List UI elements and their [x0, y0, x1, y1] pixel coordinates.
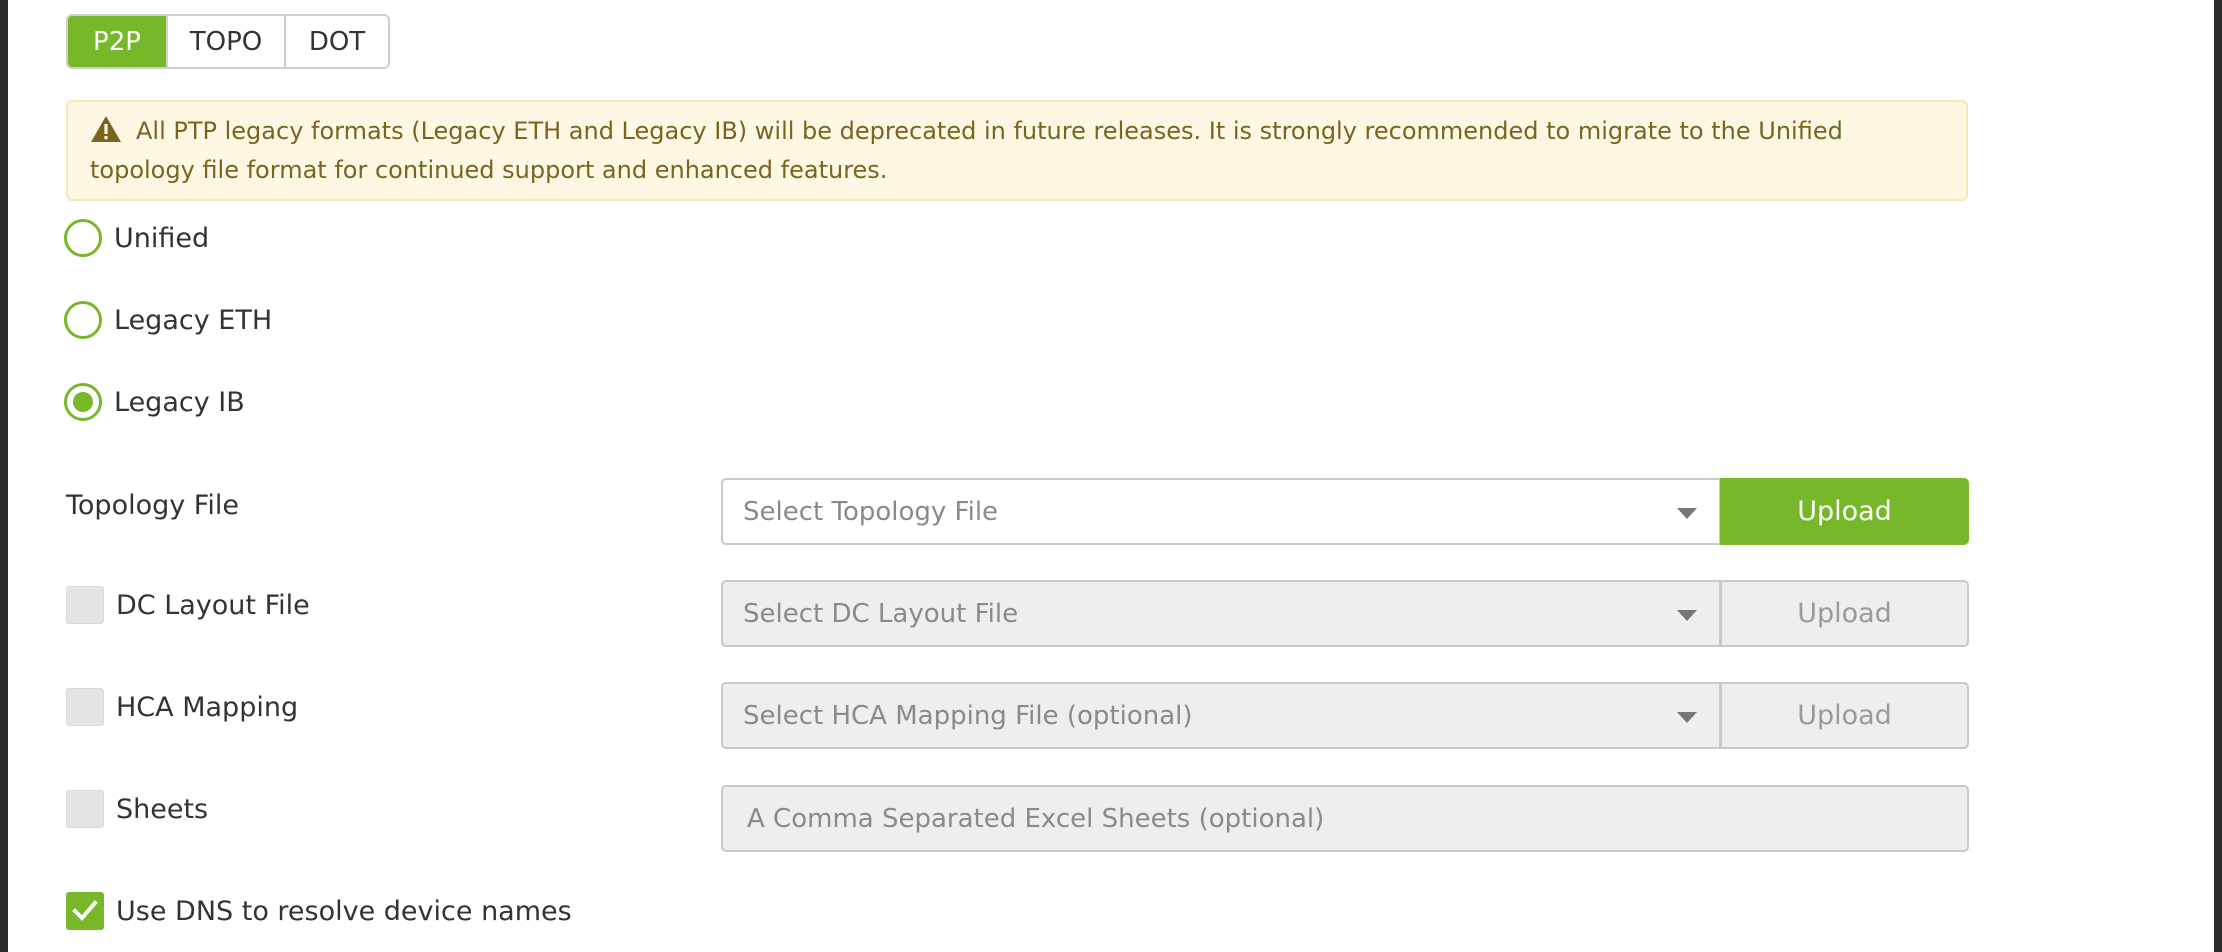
sheets-checkbox[interactable] — [66, 790, 104, 828]
sheets-label: Sheets — [116, 793, 209, 825]
dns-checkbox[interactable] — [66, 892, 104, 930]
topology-file-label: Topology File — [66, 489, 239, 521]
dc-layout-row-label: DC Layout File — [66, 585, 310, 625]
dc-layout-label: DC Layout File — [116, 589, 310, 621]
dns-label: Use DNS to resolve device names — [116, 895, 572, 927]
hca-mapping-row-label: HCA Mapping — [66, 687, 298, 727]
alert-text: All PTP legacy formats (Legacy ETH and L… — [90, 117, 1843, 184]
topology-file-select[interactable]: Select Topology File — [721, 478, 1721, 545]
format-tabs: P2P TOPO DOT — [66, 14, 390, 69]
radio-label: Unified — [114, 222, 210, 254]
checkmark-icon — [72, 900, 98, 921]
dc-layout-placeholder: Select DC Layout File — [743, 598, 1019, 629]
hca-mapping-checkbox[interactable] — [66, 688, 104, 726]
hca-mapping-file-select[interactable]: Select HCA Mapping File (optional) — [721, 682, 1721, 749]
hca-mapping-placeholder: Select HCA Mapping File (optional) — [743, 700, 1193, 731]
dc-layout-file-select[interactable]: Select DC Layout File — [721, 580, 1721, 647]
radio-button-selected[interactable] — [64, 383, 102, 421]
radio-legacy-eth[interactable]: Legacy ETH — [64, 299, 272, 341]
sheets-input[interactable] — [721, 785, 1969, 852]
window-right-border — [2214, 0, 2222, 952]
topology-upload-button[interactable]: Upload — [1720, 478, 1969, 545]
tab-dot[interactable]: DOT — [286, 16, 388, 67]
topology-file-placeholder: Select Topology File — [743, 496, 999, 527]
dc-layout-checkbox[interactable] — [66, 586, 104, 624]
tab-p2p[interactable]: P2P — [68, 16, 168, 67]
radio-button[interactable] — [64, 219, 102, 257]
hca-mapping-upload-button[interactable]: Upload — [1720, 682, 1969, 749]
hca-mapping-label: HCA Mapping — [116, 691, 299, 723]
dns-row-label: Use DNS to resolve device names — [66, 891, 572, 931]
tab-topo[interactable]: TOPO — [168, 16, 286, 67]
sheets-row-label: Sheets — [66, 789, 208, 829]
warning-icon — [91, 116, 121, 142]
window-left-border — [0, 0, 8, 952]
radio-legacy-ib[interactable]: Legacy IB — [64, 381, 245, 423]
dc-layout-upload-button[interactable]: Upload — [1720, 580, 1969, 647]
chevron-down-icon — [1677, 712, 1697, 723]
radio-button[interactable] — [64, 301, 102, 339]
radio-label: Legacy ETH — [114, 304, 273, 336]
radio-unified[interactable]: Unified — [64, 217, 209, 259]
chevron-down-icon — [1677, 508, 1697, 519]
deprecation-alert: All PTP legacy formats (Legacy ETH and L… — [66, 100, 1968, 201]
radio-label: Legacy IB — [114, 386, 245, 418]
chevron-down-icon — [1677, 610, 1697, 621]
